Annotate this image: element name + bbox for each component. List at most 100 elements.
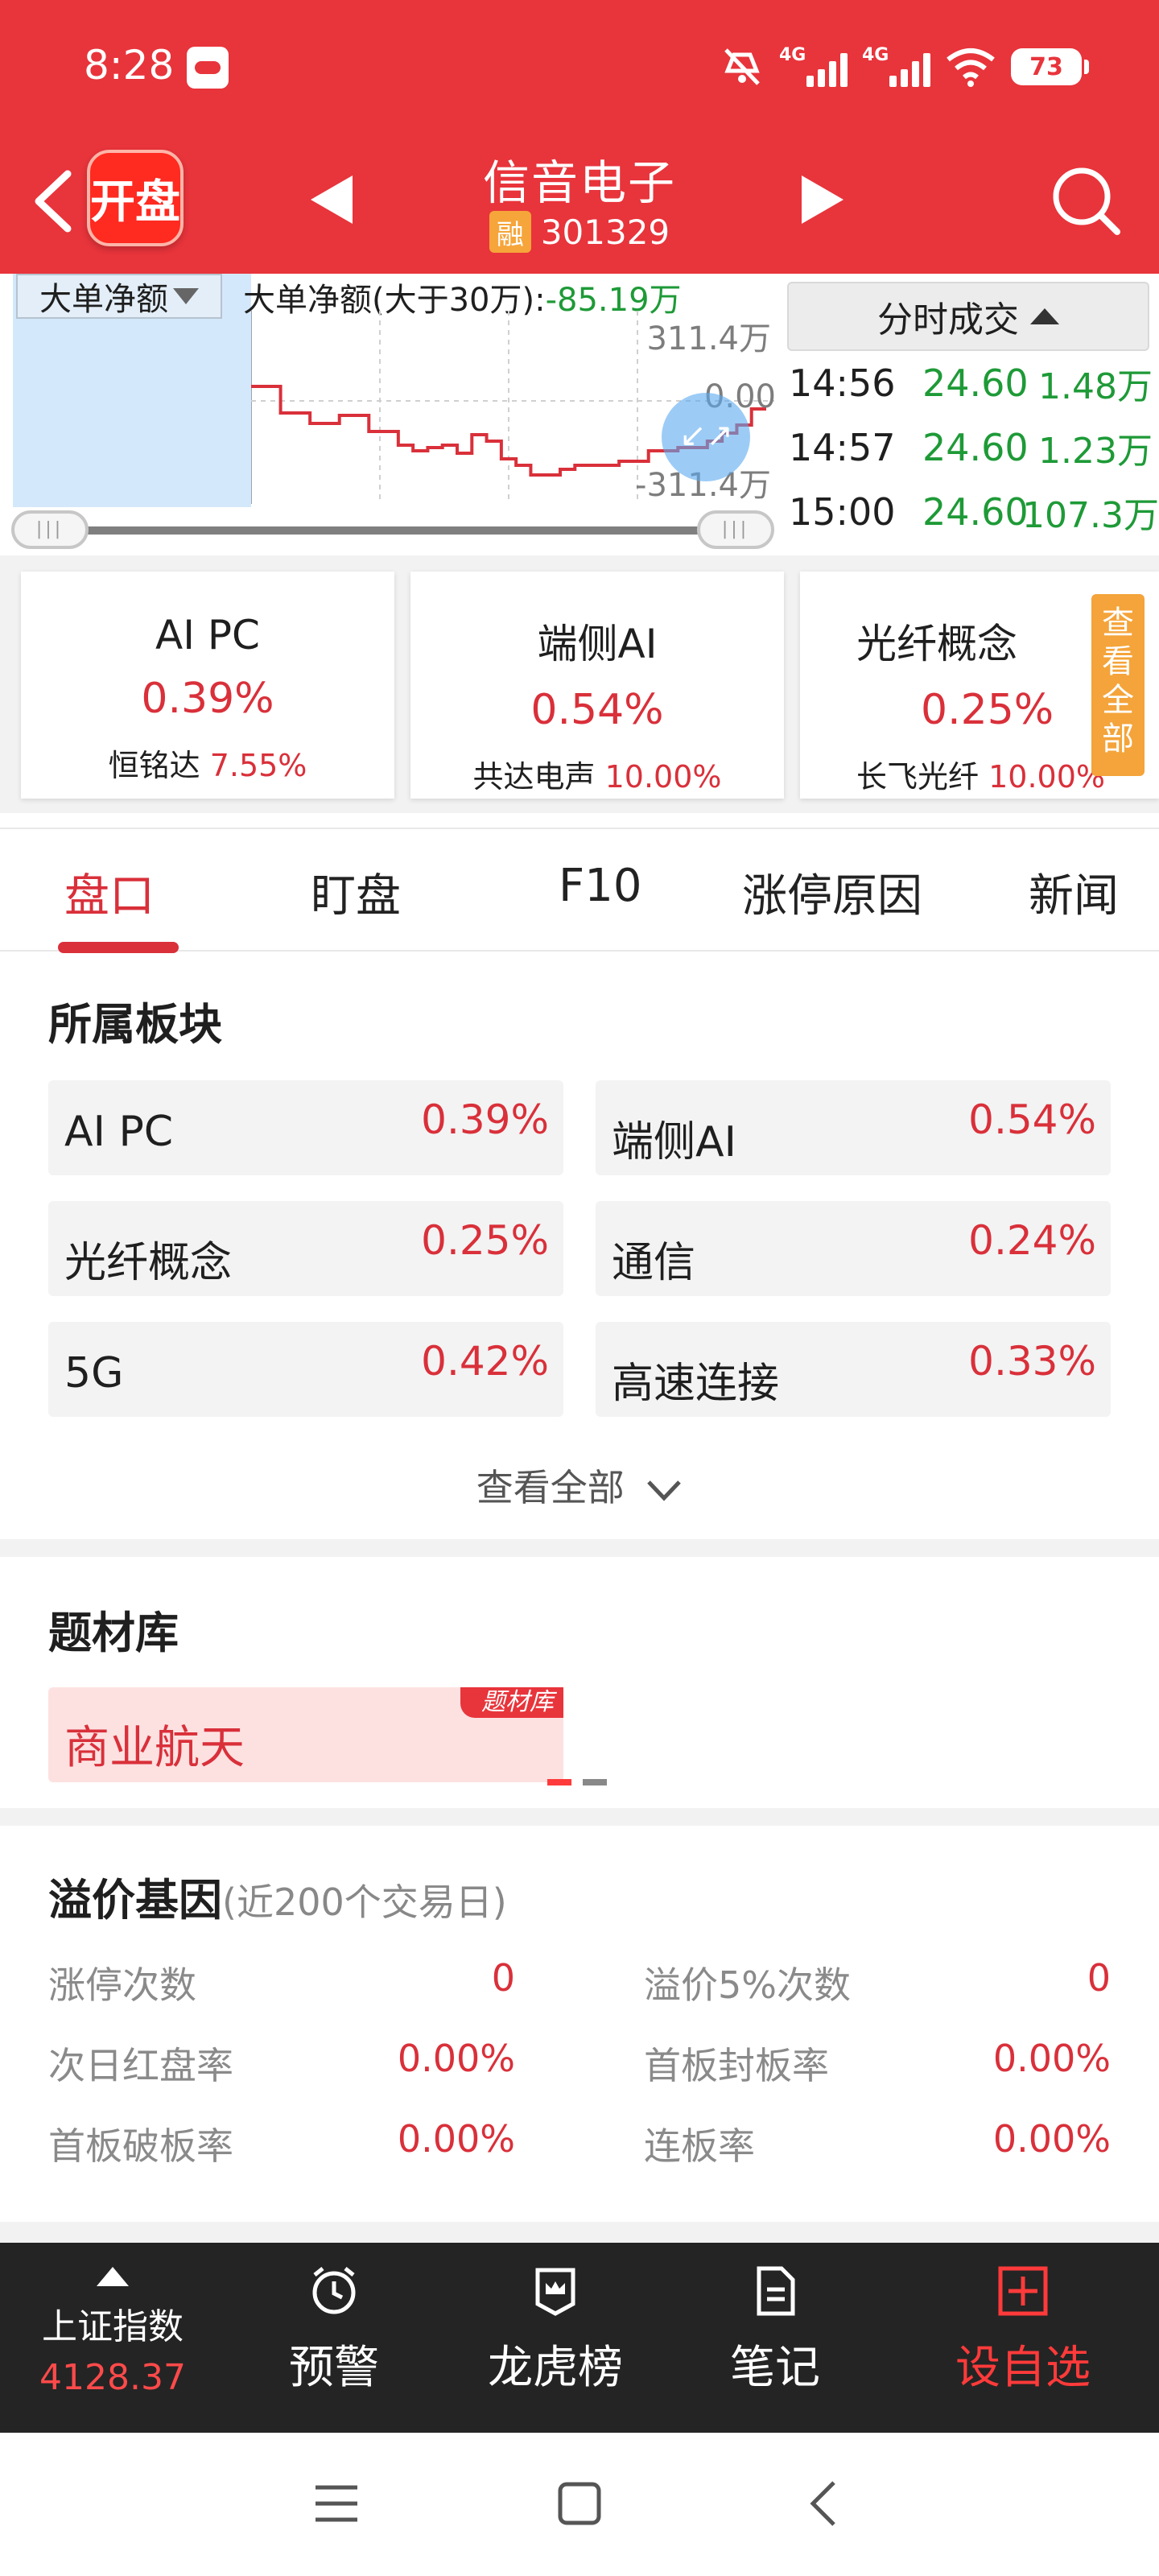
- section-divider: [0, 1808, 1159, 1826]
- dragon-tiger-label: 龙虎榜: [488, 2342, 623, 2394]
- crown-badge-icon: [535, 2268, 575, 2316]
- search-icon[interactable]: [1050, 164, 1122, 237]
- leader-change: 10.00%: [604, 759, 722, 795]
- tab-handicap[interactable]: 盘口: [64, 860, 155, 925]
- time-range-slider[interactable]: ||| |||: [11, 510, 774, 549]
- wifi-icon: [947, 48, 995, 87]
- tick-trades-toggle[interactable]: 分时成交: [787, 282, 1149, 351]
- gene-label: 首板封板率: [644, 2044, 829, 2087]
- tick-row: 15:00 24.60 107.3万: [787, 480, 1159, 544]
- sector-name: 通信: [612, 1239, 696, 1287]
- sector-chip[interactable]: 通信 0.24%: [596, 1201, 1111, 1296]
- leader-name: 共达电声: [472, 759, 596, 795]
- concept-card[interactable]: 端侧AI 0.54% 共达电声 10.00%: [410, 572, 784, 799]
- view-all-label: 查看全部: [476, 1466, 625, 1509]
- tab-f10[interactable]: F10: [559, 860, 641, 912]
- tick-time: 15:00: [789, 490, 896, 534]
- tick-price: 24.60: [922, 361, 1029, 405]
- sector-change: 0.39%: [421, 1096, 549, 1143]
- sectors-view-all-button[interactable]: 查看全部: [0, 1459, 1159, 1512]
- stock-code-row: 融 301329: [338, 211, 821, 253]
- sector-change: 0.25%: [421, 1217, 549, 1264]
- sector-change: 0.54%: [968, 1096, 1096, 1143]
- sector-name: 光纤概念: [64, 1239, 233, 1287]
- battery-icon: 73: [1011, 48, 1089, 85]
- mute-icon: [724, 48, 760, 85]
- theme-tag: 题材库: [460, 1687, 563, 1718]
- notes-label: 笔记: [730, 2342, 820, 2394]
- note-icon: [757, 2266, 795, 2316]
- section-divider: [0, 1539, 1159, 1557]
- gene-value: 0: [491, 1956, 515, 2000]
- active-tab-indicator: [58, 942, 179, 953]
- dropdown-icon: [173, 288, 199, 304]
- sector-chip[interactable]: AI PC 0.39%: [48, 1080, 563, 1175]
- add-watchlist-button[interactable]: 设自选: [947, 2265, 1099, 2396]
- concept-strip: AI PC 0.39% 恒铭达 7.55% 端侧AI 0.54% 共达电声 10…: [0, 555, 1159, 813]
- sector-name: 端侧AI: [612, 1118, 736, 1166]
- concept-card[interactable]: AI PC 0.39% 恒铭达 7.55%: [21, 572, 394, 799]
- sector-change: 0.24%: [968, 1217, 1096, 1264]
- notes-button[interactable]: 笔记: [723, 2265, 827, 2396]
- gene-row: 次日红盘率 0.00% 首板封板率 0.00%: [48, 2037, 1111, 2087]
- status-time: 8:28: [84, 42, 175, 89]
- gene-label: 连板率: [644, 2124, 755, 2168]
- notification-app-icon: [187, 47, 229, 89]
- back-nav-icon[interactable]: [806, 2479, 839, 2528]
- market-index-button[interactable]: 上证指数 4128.37: [32, 2260, 193, 2398]
- range-handle-left[interactable]: |||: [11, 510, 89, 549]
- sector-chip[interactable]: 端侧AI 0.54%: [596, 1080, 1111, 1175]
- big-order-chart: 大单净额 大单净额(大于30万):-85.19万 311.4万 0.00 -31…: [0, 274, 781, 555]
- sector-change: 0.33%: [968, 1338, 1096, 1385]
- concept-name: 端侧AI: [537, 621, 658, 667]
- detail-tabs: 盘口 盯盘 F10 涨停原因 新闻: [0, 828, 1159, 953]
- axis-max-label: 311.4万: [646, 320, 771, 357]
- tab-news[interactable]: 新闻: [1029, 860, 1119, 925]
- back-icon[interactable]: [32, 169, 74, 233]
- tick-volume: 1.48万: [1038, 366, 1153, 407]
- signal-icon-1: 4G: [779, 45, 848, 87]
- gene-value: 0.00%: [992, 2037, 1111, 2080]
- concept-leader: 共达电声 10.00%: [410, 752, 784, 796]
- index-name: 上证指数: [42, 2306, 184, 2347]
- bottom-toolbar: 上证指数 4128.37 预警 龙虎榜 笔记 设自选: [0, 2243, 1159, 2433]
- tick-time: 14:56: [789, 361, 896, 405]
- status-icons: 4G 4G 73: [720, 40, 1089, 93]
- stock-code: 301329: [540, 212, 670, 252]
- sector-change: 0.42%: [421, 1338, 549, 1385]
- sector-chip[interactable]: 5G 0.42%: [48, 1322, 563, 1417]
- tab-limit-up-reason[interactable]: 涨停原因: [742, 860, 922, 925]
- app-logo[interactable]: 开盘: [87, 150, 184, 246]
- add-watchlist-label: 设自选: [955, 2342, 1091, 2394]
- add-square-icon: [998, 2266, 1048, 2316]
- tick-price: 24.60: [922, 426, 1029, 469]
- leader-change: 7.55%: [209, 748, 307, 783]
- sector-chip[interactable]: 光纤概念 0.25%: [48, 1201, 563, 1296]
- caret-up-icon: [97, 2267, 129, 2286]
- signal-icon-2: 4G: [862, 45, 930, 87]
- alert-label: 预警: [289, 2342, 379, 2394]
- sector-name: 高速连接: [612, 1360, 780, 1408]
- tick-row: 14:56 24.60 1.48万: [787, 351, 1159, 415]
- concept-name: AI PC: [155, 612, 260, 658]
- alert-button[interactable]: 预警: [282, 2265, 386, 2396]
- concept-leader: 恒铭达 7.55%: [21, 741, 394, 785]
- next-stock-icon[interactable]: [802, 175, 843, 224]
- tick-price: 24.60: [922, 490, 1029, 534]
- indicator-selector[interactable]: 大单净额: [16, 274, 222, 319]
- themes-title: 题材库: [48, 1608, 179, 1658]
- range-track: [76, 526, 720, 535]
- sector-chip[interactable]: 高速连接 0.33%: [596, 1322, 1111, 1417]
- theme-chip[interactable]: 商业航天 题材库: [48, 1687, 563, 1782]
- page-dot-active: [547, 1779, 571, 1785]
- tick-trades-title: 分时成交: [877, 299, 1019, 341]
- theme-name: 商业航天: [64, 1722, 245, 1774]
- range-handle-right[interactable]: |||: [697, 510, 774, 549]
- dragon-tiger-button[interactable]: 龙虎榜: [481, 2265, 629, 2396]
- home-icon[interactable]: [557, 2481, 602, 2526]
- expand-chart-icon[interactable]: [662, 393, 750, 481]
- menu-icon[interactable]: [312, 2481, 361, 2526]
- gene-label: 涨停次数: [48, 1963, 196, 2007]
- concepts-view-all-button[interactable]: 查看全部: [1091, 594, 1145, 776]
- tab-watch[interactable]: 盯盘: [311, 860, 401, 925]
